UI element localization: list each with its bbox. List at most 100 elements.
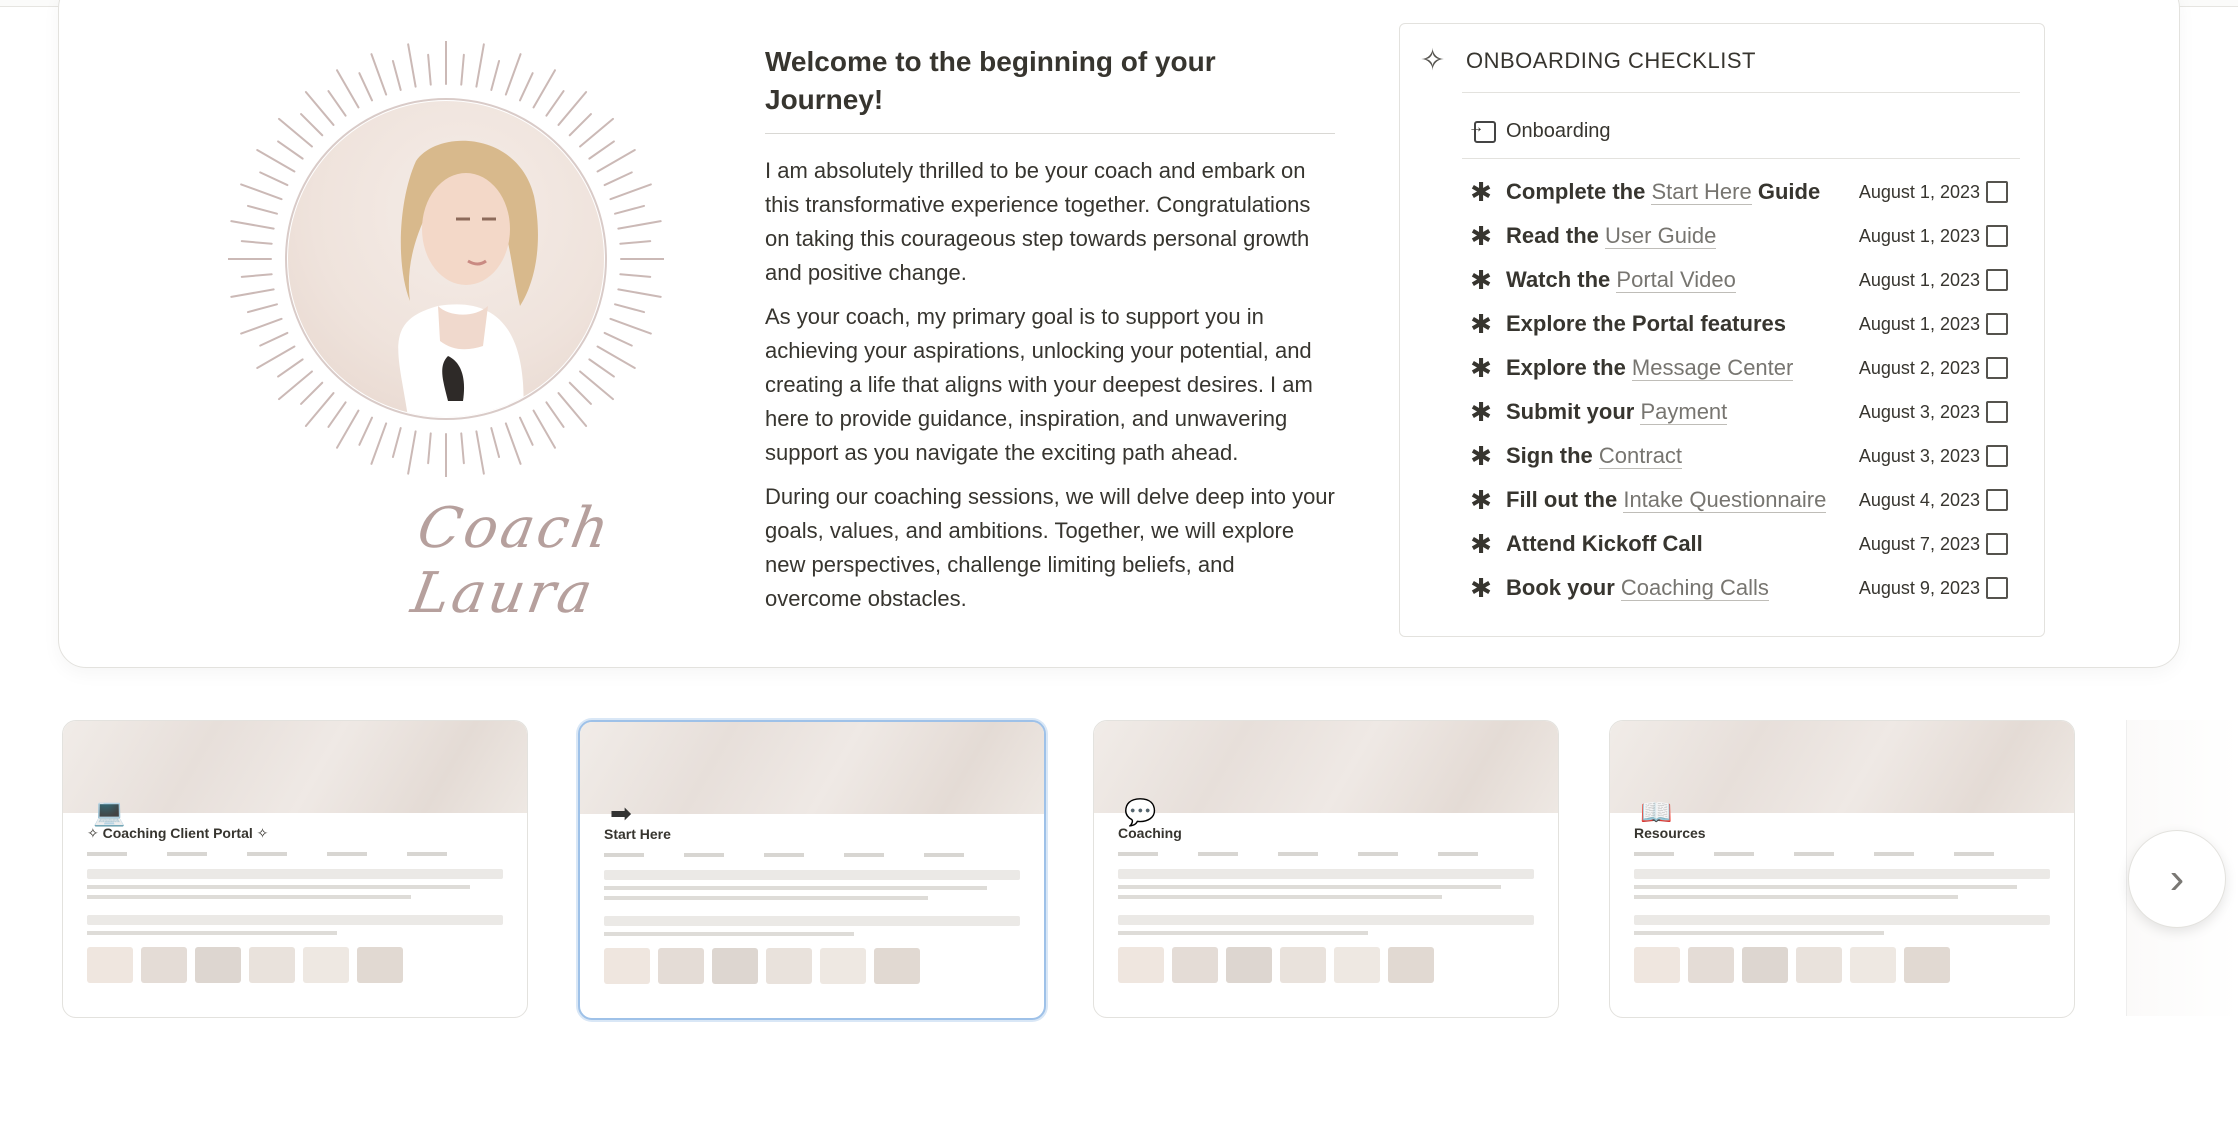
- task-prefix: Explore the Portal features: [1506, 311, 1786, 336]
- task-prefix: Sign the: [1506, 443, 1599, 468]
- gallery-card[interactable]: 📖 Resources: [1609, 720, 2075, 1018]
- card-cover-image: [580, 722, 1044, 814]
- task-name[interactable]: Attend Kickoff Call: [1506, 531, 1836, 557]
- welcome-section: Welcome to the beginning of your Journey…: [765, 43, 1335, 616]
- card-page-preview: [87, 849, 503, 1009]
- gallery-card[interactable]: 💻 ✧ Coaching Client Portal ✧: [62, 720, 528, 1018]
- sunburst-ray: [475, 430, 485, 475]
- card-page-preview: [604, 850, 1020, 1010]
- sunburst-ray: [407, 43, 417, 88]
- sunburst-ray: [391, 427, 402, 459]
- checklist-divider: [1462, 92, 2020, 93]
- task-link[interactable]: Coaching Calls: [1620, 575, 1769, 601]
- view-name: Onboarding: [1506, 120, 1611, 142]
- task-name[interactable]: Watch the Portal Video: [1506, 267, 1836, 293]
- card-page-preview: [1118, 849, 1534, 1009]
- task-link[interactable]: Message Center: [1631, 355, 1794, 381]
- card-cover-image: [63, 721, 527, 813]
- sunburst-ray: [609, 317, 652, 335]
- sunburst-ray: [358, 72, 374, 102]
- card-title: Resources: [1634, 825, 1706, 841]
- checklist-row[interactable]: ✱ Watch the Portal Video August 1, 2023: [1462, 258, 2032, 302]
- asterisk-icon: ✱: [1470, 528, 1492, 559]
- checklist-row[interactable]: ✱ Read the User Guide August 1, 2023: [1462, 214, 2032, 258]
- sign-in-icon: [1468, 119, 1496, 143]
- task-checkbox[interactable]: [1986, 225, 2008, 247]
- task-link[interactable]: User Guide: [1605, 223, 1717, 249]
- welcome-paragraph-3: During our coaching sessions, we will de…: [765, 484, 1335, 611]
- sparkles-icon: ✧: [1420, 44, 1446, 77]
- gallery-next-button[interactable]: ›: [2128, 830, 2226, 928]
- task-prefix: Read the: [1506, 223, 1606, 248]
- task-checkbox[interactable]: [1986, 445, 2008, 467]
- card-cover-image: [1094, 721, 1558, 813]
- task-name[interactable]: Complete the Start Here Guide: [1506, 179, 1836, 205]
- task-prefix: Attend Kickoff Call: [1506, 531, 1703, 556]
- task-checkbox[interactable]: [1986, 489, 2008, 511]
- task-prefix: Submit your: [1506, 399, 1641, 424]
- asterisk-icon: ✱: [1470, 308, 1492, 339]
- sunburst-ray: [427, 53, 432, 86]
- sunburst-ray: [614, 303, 646, 314]
- checklist-row[interactable]: ✱ Book your Coaching Calls August 9, 2023: [1462, 566, 2032, 610]
- task-prefix: Book your: [1506, 575, 1621, 600]
- task-date: August 1, 2023: [1858, 181, 1980, 202]
- checklist-row[interactable]: ✱ Attend Kickoff Call August 7, 2023: [1462, 522, 2032, 566]
- checklist-row[interactable]: ✱ Sign the Contract August 3, 2023: [1462, 434, 2032, 478]
- chevron-right-icon: ›: [2169, 854, 2185, 903]
- task-checkbox[interactable]: [1986, 357, 2008, 379]
- task-name[interactable]: Book your Coaching Calls: [1506, 575, 1836, 601]
- checklist-row[interactable]: ✱ Complete the Start Here Guide August 1, …: [1462, 170, 2032, 214]
- asterisk-icon: ✱: [1470, 440, 1492, 471]
- gallery-card[interactable]: 💬 Coaching: [1093, 720, 1559, 1018]
- gallery-card[interactable]: ➡ Start Here: [578, 720, 1046, 1020]
- database-view-tab[interactable]: Onboarding: [1468, 119, 1611, 143]
- task-date: August 1, 2023: [1858, 313, 1980, 334]
- sunburst-ray: [240, 240, 273, 245]
- asterisk-icon: ✱: [1470, 484, 1492, 515]
- sunburst-ray: [240, 317, 283, 335]
- sunburst-ray: [619, 240, 652, 245]
- sunburst-ray: [259, 171, 289, 187]
- view-divider: [1462, 158, 2020, 159]
- sunburst-ray: [504, 53, 522, 96]
- task-checkbox[interactable]: [1986, 313, 2008, 335]
- start-here-callout: Coach Laura Welcome to the beginning of …: [58, 0, 2180, 668]
- task-name[interactable]: Explore the Message Center: [1506, 355, 1836, 381]
- speech-bubbles-icon: 💬: [1124, 797, 1157, 827]
- task-checkbox[interactable]: [1986, 269, 2008, 291]
- checklist-row[interactable]: ✱ Submit your Payment August 3, 2023: [1462, 390, 2032, 434]
- checklist-rows: ✱ Complete the Start Here Guide August 1, …: [1462, 170, 2032, 610]
- asterisk-icon: ✱: [1470, 220, 1492, 251]
- task-suffix: Guide: [1751, 179, 1821, 204]
- sunburst-ray: [460, 432, 465, 465]
- task-checkbox[interactable]: [1986, 401, 2008, 423]
- task-link[interactable]: Payment: [1640, 399, 1728, 425]
- card-title: Start Here: [604, 826, 671, 842]
- open-book-icon: 📖: [1640, 797, 1673, 827]
- sunburst-ray: [358, 416, 374, 446]
- sunburst-ray: [370, 53, 388, 96]
- coach-signature: Coach Laura: [406, 496, 617, 626]
- task-name[interactable]: Fill out the Intake Questionnaire: [1506, 487, 1836, 513]
- sunburst-ray: [460, 53, 465, 86]
- checklist-row[interactable]: ✱ Explore the Message Center August 2, 202…: [1462, 346, 2032, 390]
- asterisk-icon: ✱: [1470, 176, 1492, 207]
- task-link[interactable]: Intake Questionnaire: [1623, 487, 1827, 513]
- task-link[interactable]: Start Here: [1651, 179, 1752, 205]
- checklist-title: ONBOARDING CHECKLIST: [1466, 48, 1756, 73]
- task-checkbox[interactable]: [1986, 577, 2008, 599]
- task-name[interactable]: Submit your Payment: [1506, 399, 1836, 425]
- task-name[interactable]: Sign the Contract: [1506, 443, 1836, 469]
- task-date: August 4, 2023: [1858, 489, 1980, 510]
- sunburst-ray: [427, 432, 432, 465]
- asterisk-icon: ✱: [1470, 396, 1492, 427]
- task-checkbox[interactable]: [1986, 533, 2008, 555]
- task-checkbox[interactable]: [1986, 181, 2008, 203]
- task-link[interactable]: Portal Video: [1616, 267, 1736, 293]
- task-name[interactable]: Explore the Portal features: [1506, 311, 1836, 337]
- checklist-row[interactable]: ✱ Explore the Portal features August 1, 20…: [1462, 302, 2032, 346]
- checklist-row[interactable]: ✱ Fill out the Intake Questionnaire August…: [1462, 478, 2032, 522]
- task-link[interactable]: Contract: [1598, 443, 1683, 469]
- task-name[interactable]: Read the User Guide: [1506, 223, 1836, 249]
